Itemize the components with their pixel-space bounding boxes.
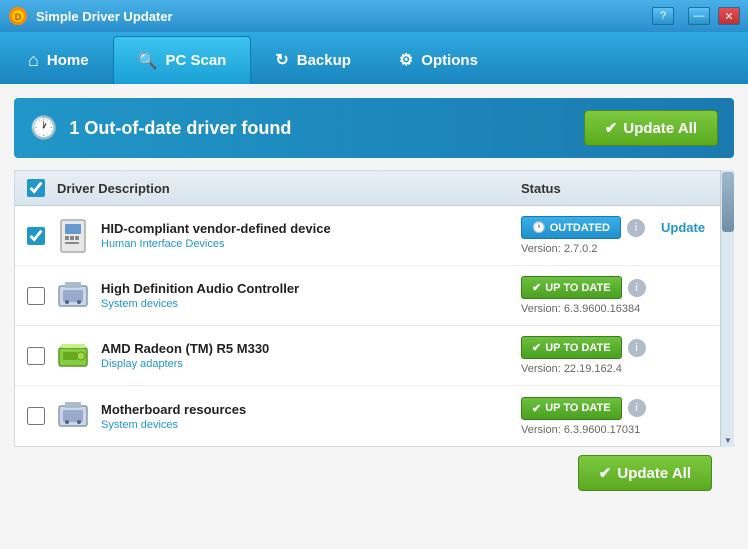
row-2-icon <box>55 278 91 314</box>
row-4-status-text: UP TO DATE <box>545 402 610 414</box>
row-2-status-area: ✔ UP TO DATE i Version: 6.3.9600.16384 <box>521 276 721 315</box>
options-icon: ⚙ <box>399 50 413 70</box>
driver-table: Driver Description Status <box>14 170 734 447</box>
backup-icon: ↻ <box>275 50 288 70</box>
nav-pc-scan[interactable]: 🔍 PC Scan <box>113 36 252 84</box>
row-3-checkbox[interactable] <box>27 347 45 365</box>
nav-home[interactable]: ⌂ Home <box>4 36 113 84</box>
banner: 🕐 1 Out-of-date driver found ✔ Update Al… <box>14 98 734 158</box>
table-row: Motherboard resources System devices ✔ U… <box>15 386 733 446</box>
row-2-name: High Definition Audio Controller <box>101 281 521 296</box>
row-1-version: Version: 2.7.0.2 <box>521 243 721 255</box>
row-4-version: Version: 6.3.9600.17031 <box>521 424 721 436</box>
nav-home-label: Home <box>47 52 89 69</box>
row-2-status-text: UP TO DATE <box>545 282 610 294</box>
uptodate-check-icon-3: ✔ <box>532 402 541 415</box>
nav-backup-label: Backup <box>297 52 351 69</box>
content-area: 🕐 1 Out-of-date driver found ✔ Update Al… <box>0 84 748 549</box>
row-1-status-row: 🕐 OUTDATED i Update <box>521 216 721 239</box>
select-all-checkbox[interactable] <box>27 179 45 197</box>
row-3-info-icon[interactable]: i <box>628 339 646 357</box>
row-3-name: AMD Radeon (TM) R5 M330 <box>101 341 521 356</box>
table-row: High Definition Audio Controller System … <box>15 266 733 326</box>
row-1-icon <box>55 218 91 254</box>
title-bar: D Simple Driver Updater ? — ✕ <box>0 0 748 32</box>
row-3-status-badge: ✔ UP TO DATE <box>521 336 622 359</box>
banner-icon: 🕐 <box>30 115 57 141</box>
scroll-thumb[interactable] <box>722 172 734 232</box>
update-all-check-icon-bottom: ✔ <box>599 464 612 482</box>
uptodate-check-icon: ✔ <box>532 281 541 294</box>
update-all-button-bottom[interactable]: ✔ Update All <box>578 455 712 491</box>
uptodate-check-icon-2: ✔ <box>532 341 541 354</box>
help-button[interactable]: ? <box>652 7 674 25</box>
update-all-button-top[interactable]: ✔ Update All <box>584 110 718 146</box>
outdated-clock-icon: 🕐 <box>532 221 546 234</box>
row-2-version: Version: 6.3.9600.16384 <box>521 303 721 315</box>
row-4-category: System devices <box>101 419 521 431</box>
nav-options-label: Options <box>421 52 478 69</box>
row-4-name: Motherboard resources <box>101 402 521 417</box>
update-all-label-top: Update All <box>623 120 697 137</box>
row-1-status-area: 🕐 OUTDATED i Update Version: 2.7.0.2 <box>521 216 721 255</box>
table-row: HID-compliant vendor-defined device Huma… <box>15 206 733 266</box>
row-4-info-icon[interactable]: i <box>628 399 646 417</box>
bottom-bar: ✔ Update All <box>14 447 734 491</box>
table-header: Driver Description Status <box>15 171 733 206</box>
row-1-checkbox[interactable] <box>27 227 45 245</box>
row-3-icon <box>55 338 91 374</box>
row-3-info: AMD Radeon (TM) R5 M330 Display adapters <box>101 341 521 370</box>
scan-icon: 🔍 <box>138 51 158 71</box>
driver-col-header: Driver Description <box>57 181 521 196</box>
row-3-status-area: ✔ UP TO DATE i Version: 22.19.162.4 <box>521 336 721 375</box>
row-3-status-row: ✔ UP TO DATE i <box>521 336 721 359</box>
nav-bar: ⌂ Home 🔍 PC Scan ↻ Backup ⚙ Options <box>0 32 748 84</box>
row-2-info: High Definition Audio Controller System … <box>101 281 521 310</box>
row-4-info: Motherboard resources System devices <box>101 402 521 431</box>
update-all-check-icon: ✔ <box>605 119 618 137</box>
nav-options[interactable]: ⚙ Options <box>375 36 502 84</box>
scrollbar[interactable]: ▼ <box>720 170 734 447</box>
row-1-category: Human Interface Devices <box>101 238 521 250</box>
row-2-status-row: ✔ UP TO DATE i <box>521 276 721 299</box>
update-all-label-bottom: Update All <box>617 465 691 482</box>
row-4-status-badge: ✔ UP TO DATE <box>521 397 622 420</box>
row-1-status-badge: 🕐 OUTDATED <box>521 216 621 239</box>
row-4-icon <box>55 398 91 434</box>
banner-text: 1 Out-of-date driver found <box>69 118 583 139</box>
row-4-checkbox[interactable] <box>27 407 45 425</box>
svg-text:D: D <box>15 12 22 22</box>
row-1-update-link[interactable]: Update <box>661 220 705 235</box>
row-4-status-area: ✔ UP TO DATE i Version: 6.3.9600.17031 <box>521 397 721 436</box>
table-row: AMD Radeon (TM) R5 M330 Display adapters… <box>15 326 733 386</box>
row-3-status-text: UP TO DATE <box>545 342 610 354</box>
row-2-category: System devices <box>101 298 521 310</box>
row-1-status-text: OUTDATED <box>550 222 610 234</box>
scroll-down-arrow[interactable]: ▼ <box>721 433 735 447</box>
app-icon: D <box>8 6 28 26</box>
row-4-status-row: ✔ UP TO DATE i <box>521 397 721 420</box>
minimize-button[interactable]: — <box>688 7 710 25</box>
row-2-checkbox[interactable] <box>27 287 45 305</box>
status-col-header: Status <box>521 181 721 196</box>
driver-table-wrapper: Driver Description Status <box>14 170 734 447</box>
row-2-info-icon[interactable]: i <box>628 279 646 297</box>
row-1-name: HID-compliant vendor-defined device <box>101 221 521 236</box>
home-icon: ⌂ <box>28 50 39 71</box>
row-2-status-badge: ✔ UP TO DATE <box>521 276 622 299</box>
close-button[interactable]: ✕ <box>718 7 740 25</box>
row-3-version: Version: 22.19.162.4 <box>521 363 721 375</box>
row-3-category: Display adapters <box>101 358 521 370</box>
app-title: Simple Driver Updater <box>36 9 644 24</box>
row-1-info-icon[interactable]: i <box>627 219 645 237</box>
nav-scan-label: PC Scan <box>165 52 226 69</box>
row-1-info: HID-compliant vendor-defined device Huma… <box>101 221 521 250</box>
nav-backup[interactable]: ↻ Backup <box>251 36 375 84</box>
